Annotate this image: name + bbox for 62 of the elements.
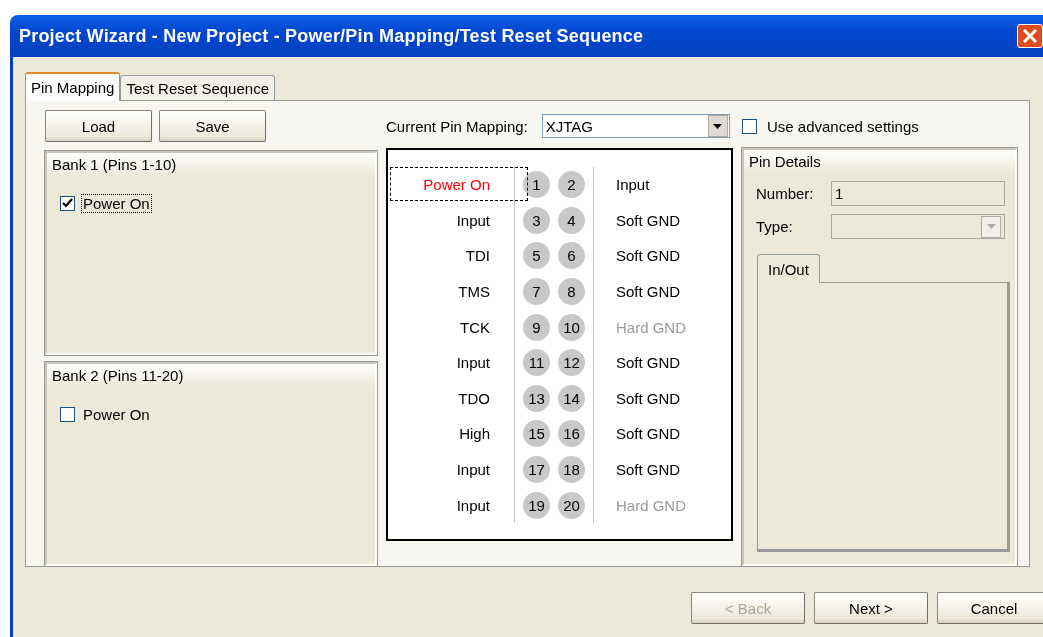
pin-number[interactable]: 1: [523, 171, 550, 199]
field-label: Number:: [756, 185, 815, 202]
file-button[interactable]: Load: [45, 110, 152, 142]
wizard-button[interactable]: Next >: [814, 592, 928, 624]
pin-function-label[interactable]: TMS: [388, 283, 514, 301]
pin-function-label[interactable]: Soft GND: [594, 425, 681, 443]
pin-number[interactable]: 11: [523, 349, 550, 377]
wizard-button[interactable]: Cancel: [937, 592, 1043, 624]
pin-number[interactable]: 3: [523, 206, 550, 234]
field-label: Type:: [756, 218, 794, 235]
checkbox[interactable]: [60, 196, 75, 211]
pin-number[interactable]: 2: [558, 171, 585, 199]
pin-number[interactable]: 17: [523, 456, 550, 484]
checkbox-label[interactable]: Use advanced settings: [767, 117, 919, 135]
group-title: Bank 2 (Pins 11-20): [47, 364, 375, 387]
pin-function-label[interactable]: Input: [388, 496, 514, 514]
pin-number[interactable]: 19: [523, 491, 550, 519]
pin-function-label[interactable]: Power On: [388, 176, 514, 194]
tab[interactable]: Pin Mapping: [25, 72, 121, 101]
field-label: Current Pin Mapping:: [386, 117, 528, 135]
pin-number[interactable]: 20: [558, 491, 585, 519]
checkbox-label[interactable]: Power On: [81, 194, 152, 213]
pin-function-label[interactable]: Input: [388, 354, 514, 372]
pin-function-label[interactable]: Soft GND: [594, 211, 681, 229]
pin-function-label[interactable]: Soft GND: [594, 354, 681, 372]
pin-function-label[interactable]: Soft GND: [594, 389, 681, 407]
pin-function-label[interactable]: TCK: [388, 318, 514, 336]
tab[interactable]: In/Out: [757, 254, 820, 283]
pin-function-label[interactable]: Input: [594, 176, 650, 194]
group-title: Pin Details: [744, 150, 1015, 173]
pin-number[interactable]: 15: [523, 420, 550, 448]
pin-number[interactable]: 14: [558, 384, 585, 412]
checkbox[interactable]: [742, 118, 757, 134]
pin-function-label[interactable]: High: [388, 425, 514, 443]
pin-number[interactable]: 8: [558, 278, 585, 306]
checkbox-label[interactable]: Power On: [81, 405, 152, 424]
pin-number[interactable]: 12: [558, 349, 585, 377]
pin-function-label[interactable]: Input: [388, 461, 514, 479]
pin-number[interactable]: 9: [523, 313, 550, 341]
pin-function-label[interactable]: Soft GND: [594, 283, 681, 301]
tab[interactable]: Test Reset Sequence: [120, 75, 275, 100]
group-title: Bank 1 (Pins 1-10): [47, 153, 375, 176]
pin-number[interactable]: 13: [523, 384, 550, 412]
pin-function-label[interactable]: Input: [388, 211, 514, 229]
close-icon: [1020, 26, 1040, 46]
close-button[interactable]: [1017, 24, 1043, 48]
pin-number[interactable]: 4: [558, 206, 585, 234]
pin-number[interactable]: 5: [523, 242, 550, 270]
pin-number[interactable]: 7: [523, 278, 550, 306]
pin-number[interactable]: 6: [558, 242, 585, 270]
number-field[interactable]: 1: [831, 181, 1005, 206]
file-button[interactable]: Save: [159, 110, 266, 142]
pin-mapping-dropdown[interactable]: XJTAG: [541, 114, 730, 138]
pin-function-label[interactable]: TDO: [388, 389, 514, 407]
pin-number[interactable]: 18: [558, 456, 585, 484]
pin-function-label[interactable]: TDI: [388, 247, 514, 265]
checkbox[interactable]: [60, 407, 75, 422]
pin-function-label[interactable]: Soft GND: [594, 247, 681, 265]
pin-function-label[interactable]: Soft GND: [594, 461, 681, 479]
pin-number[interactable]: 10: [558, 313, 585, 341]
window-title: Project Wizard - New Project - Power/Pin Mapping/Test Reset Sequence: [19, 25, 644, 47]
pin-number[interactable]: 16: [558, 420, 585, 448]
